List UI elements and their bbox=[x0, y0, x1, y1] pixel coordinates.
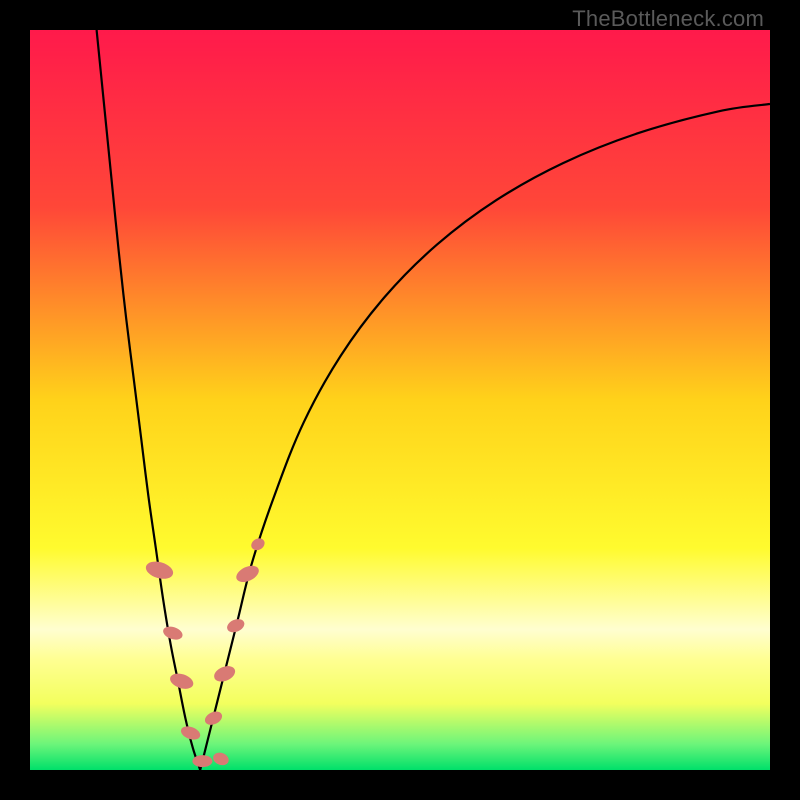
data-marker bbox=[168, 671, 195, 692]
plot-area bbox=[30, 30, 770, 770]
data-marker bbox=[192, 755, 212, 767]
watermark-text: TheBottleneck.com bbox=[572, 6, 764, 32]
chart-frame: TheBottleneck.com bbox=[0, 0, 800, 800]
data-marker bbox=[144, 559, 175, 582]
data-marker bbox=[212, 663, 238, 684]
chart-svg bbox=[30, 30, 770, 770]
curve-left-branch bbox=[97, 30, 201, 770]
data-markers bbox=[144, 536, 267, 767]
data-marker bbox=[161, 624, 184, 642]
curve-right-branch bbox=[200, 104, 770, 770]
data-marker bbox=[211, 751, 230, 768]
data-marker bbox=[203, 709, 224, 727]
data-marker bbox=[249, 536, 267, 553]
